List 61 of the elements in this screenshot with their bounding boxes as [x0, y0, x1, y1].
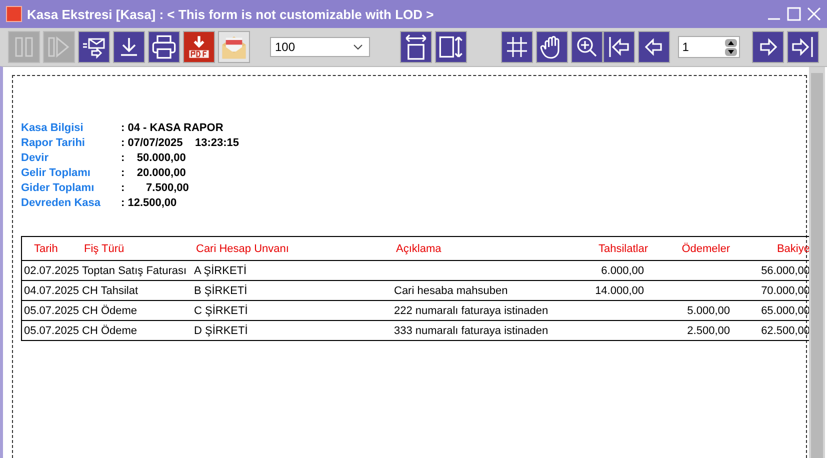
- info-label: Devreden Kasa: [21, 196, 102, 208]
- info-label: Kasa Bilgisi: [21, 122, 84, 134]
- column-header: Tahsilatlar: [597, 242, 648, 254]
- info-label: Rapor Tarihi: [21, 136, 86, 148]
- info-value: : 07/07/2025 13:23:15: [121, 136, 240, 148]
- table-cell: 222 numaralı faturaya istinaden: [394, 304, 548, 316]
- column-header: Ödemeler: [680, 242, 731, 254]
- info-value: : 20.000,00: [121, 166, 186, 178]
- table-cell: 05.07.2025: [24, 304, 80, 316]
- app-logo-icon: [6, 6, 22, 22]
- table-cell: 6.000,00: [601, 264, 644, 276]
- table-cell: 05.07.2025: [24, 324, 80, 336]
- grid-icon[interactable]: [501, 31, 534, 63]
- table-cell: A ŞİRKETİ: [194, 264, 247, 276]
- table-cell: 2.500,00: [687, 324, 730, 336]
- table-cell: C ŞİRKETİ: [194, 304, 248, 316]
- zoom-in-icon[interactable]: [571, 31, 604, 63]
- info-value: : 12.500,00: [121, 196, 177, 208]
- table-cell: 5.000,00: [687, 304, 730, 316]
- first-page-icon[interactable]: [603, 31, 636, 63]
- fit-width-icon[interactable]: [400, 31, 432, 63]
- last-page-icon[interactable]: [787, 31, 819, 63]
- table-cell: Toptan Satış Faturası: [82, 264, 187, 276]
- page-number-field[interactable]: 1: [678, 36, 740, 58]
- hand-icon[interactable]: [536, 31, 568, 63]
- mail-icon[interactable]: [78, 31, 110, 63]
- table-cell: Cari hesaba mahsuben: [394, 284, 508, 296]
- table-cell: 333 numaralı faturaya istinaden: [394, 324, 548, 336]
- zoom-dropdown[interactable]: 100: [270, 37, 370, 57]
- spin-down-button[interactable]: [725, 48, 737, 56]
- maximize-button[interactable]: [787, 7, 801, 21]
- info-value: : 50.000,00: [121, 152, 186, 164]
- column-header: Tarih: [33, 242, 59, 254]
- previous-page-icon[interactable]: [638, 31, 670, 63]
- download-icon[interactable]: [113, 31, 145, 63]
- pdf-mail-icon[interactable]: [218, 31, 250, 63]
- info-label: Gelir Toplamı: [21, 166, 92, 178]
- table-cell: 14.000,00: [595, 284, 644, 296]
- vertical-scrollbar[interactable]: [809, 67, 825, 458]
- table-cell: CH Ödeme: [82, 304, 138, 316]
- table-cell: B ŞİRKETİ: [194, 284, 248, 296]
- column-header: Cari Hesap Unvanı: [195, 242, 290, 254]
- next-page-icon[interactable]: [752, 31, 784, 63]
- info-value: : 04 - KASA RAPOR: [121, 122, 224, 134]
- info-label: Gider Toplamı: [21, 182, 96, 194]
- info-label: Devir: [21, 152, 50, 164]
- chevron-down-icon: [353, 44, 364, 50]
- window-title: Kasa Ekstresi [Kasa] : < This form is not customizable with LOD >: [27, 6, 434, 22]
- table-cell: 04.07.2025: [24, 284, 80, 296]
- table-cell: CH Tahsilat: [82, 284, 138, 296]
- table-cell: 02.07.2025: [24, 264, 80, 276]
- printer-icon[interactable]: [148, 31, 180, 63]
- pdf-icon[interactable]: [183, 31, 215, 63]
- fit-height-icon[interactable]: [435, 31, 468, 63]
- close-button[interactable]: [807, 7, 821, 21]
- info-value: : 7.500,00: [121, 182, 189, 194]
- column-header: Fiş Türü: [83, 242, 126, 254]
- column-header: Açıklama: [395, 242, 442, 254]
- spin-up-button[interactable]: [725, 38, 737, 46]
- table-cell: CH Ödeme: [82, 324, 138, 336]
- table-cell: D ŞİRKETİ: [194, 324, 248, 336]
